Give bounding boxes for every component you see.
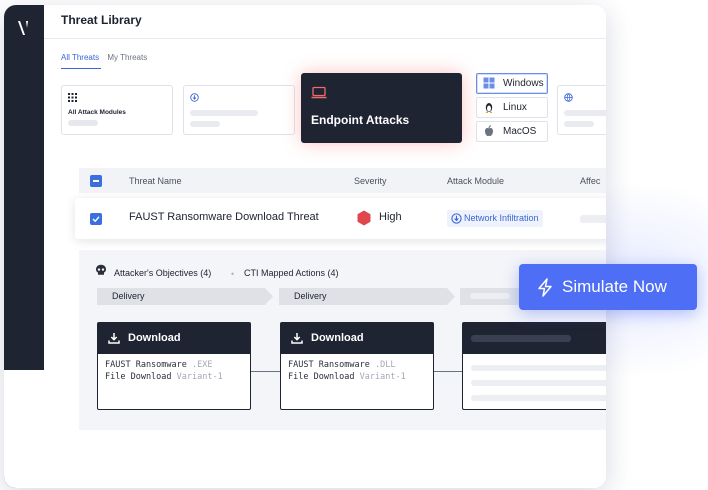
- download-icon: [291, 333, 303, 344]
- tab-attacker-objectives[interactable]: Attacker's Objectives (4): [114, 268, 211, 278]
- module-card-endpoint[interactable]: Endpoint Attacks: [301, 73, 462, 143]
- globe-icon: [564, 93, 573, 102]
- action-card-title: Download: [128, 332, 181, 344]
- skeleton-line: [190, 110, 258, 116]
- step-connector: [251, 371, 281, 372]
- download-icon: [108, 333, 120, 344]
- column-affected[interactable]: Affec: [580, 176, 600, 186]
- simulate-now-label: Simulate Now: [562, 277, 667, 296]
- page-title: Threat Library: [61, 13, 142, 27]
- main-panel: Threat Library All Threats My Threats Al…: [44, 5, 606, 488]
- module-card-label: Endpoint Attacks: [311, 113, 410, 127]
- download-circle-icon: [451, 213, 462, 224]
- skeleton-line: [564, 110, 606, 116]
- skeleton-line: [471, 365, 606, 371]
- attack-module-badge[interactable]: Network Infiltration: [447, 210, 543, 227]
- skeleton-line: [190, 121, 220, 127]
- module-card-all[interactable]: All Attack Modules: [61, 85, 173, 135]
- column-severity[interactable]: Severity: [354, 176, 387, 186]
- action-line: FAUST Ransomware: [288, 360, 370, 370]
- table-row[interactable]: FAUST Ransomware Download Threat High Ne…: [75, 198, 606, 239]
- app-window: Threat Library All Threats My Threats Al…: [4, 5, 606, 488]
- windows-icon: [483, 77, 495, 89]
- action-variant: Variant-1: [359, 372, 406, 382]
- action-extension: .EXE: [192, 360, 213, 370]
- page: Threat Library All Threats My Threats Al…: [0, 0, 708, 490]
- os-option-linux[interactable]: Linux: [476, 97, 548, 118]
- action-line: File Download: [288, 372, 355, 382]
- linux-icon: [485, 103, 493, 113]
- threat-tabs: All Threats My Threats: [61, 53, 153, 62]
- action-card-header: Download: [281, 323, 433, 354]
- skeleton-line: [471, 335, 571, 342]
- active-tab-underline: [61, 68, 101, 69]
- os-option-windows[interactable]: Windows: [476, 73, 548, 94]
- skeleton-line: [471, 380, 606, 386]
- tab-all-threats[interactable]: All Threats: [61, 53, 99, 62]
- action-line: FAUST Ransomware: [105, 360, 187, 370]
- download-circle-icon: [190, 93, 199, 102]
- skeleton-line: [471, 395, 606, 401]
- row-checkbox[interactable]: [90, 213, 102, 225]
- os-option-label: Linux: [503, 102, 527, 113]
- tab-my-threats[interactable]: My Threats: [107, 53, 147, 62]
- action-card-body: FAUST Ransomware .DLL File Download Vari…: [281, 354, 433, 388]
- table-header: Threat Name Severity Attack Module Affec: [79, 168, 606, 193]
- brand-logo-icon: [18, 21, 28, 35]
- phase-delivery: Delivery: [97, 288, 273, 305]
- os-option-label: MacOS: [503, 126, 537, 137]
- skull-icon: [96, 264, 106, 275]
- skeleton-line: [564, 121, 594, 127]
- action-card-download[interactable]: Download FAUST Ransomware .DLL File Down…: [280, 322, 434, 410]
- action-card-header: Download: [98, 323, 250, 354]
- action-card-placeholder[interactable]: [462, 322, 606, 410]
- column-threat-name[interactable]: Threat Name: [129, 176, 182, 186]
- module-card-label: All Attack Modules: [68, 109, 126, 116]
- divider: [44, 38, 606, 39]
- apple-icon: [485, 125, 493, 137]
- threat-name[interactable]: FAUST Ransomware Download Threat: [129, 211, 319, 223]
- skeleton-line: [470, 293, 510, 299]
- grid-icon: [68, 93, 77, 102]
- action-card-body: FAUST Ransomware .EXE File Download Vari…: [98, 354, 250, 388]
- step-connector: [433, 371, 463, 372]
- os-option-label: Windows: [503, 78, 544, 89]
- lightning-icon: [538, 278, 552, 297]
- check-icon: [92, 216, 100, 223]
- action-card-header: [463, 323, 606, 354]
- action-extension: .DLL: [375, 360, 396, 370]
- dot-separator: •: [231, 269, 235, 279]
- module-card-placeholder[interactable]: [183, 85, 295, 135]
- skeleton-line: [68, 120, 98, 126]
- column-attack-module[interactable]: Attack Module: [447, 176, 504, 186]
- action-card-title: Download: [311, 332, 364, 344]
- action-variant: Variant-1: [176, 372, 223, 382]
- tab-cti-mapped-actions[interactable]: CTI Mapped Actions (4): [244, 268, 339, 278]
- severity-high-icon: [357, 210, 371, 226]
- skeleton-line: [580, 215, 606, 223]
- phase-delivery: Delivery: [279, 288, 455, 305]
- select-all-checkbox[interactable]: [90, 175, 102, 187]
- severity-label: High: [379, 211, 402, 223]
- os-option-macos[interactable]: MacOS: [476, 121, 548, 142]
- attack-module-label: Network Infiltration: [464, 213, 539, 223]
- laptop-icon: [311, 86, 327, 99]
- module-card-placeholder[interactable]: [557, 85, 606, 135]
- action-card-download[interactable]: Download FAUST Ransomware .EXE File Down…: [97, 322, 251, 410]
- simulate-now-button[interactable]: Simulate Now: [519, 264, 697, 310]
- action-line: File Download: [105, 372, 172, 382]
